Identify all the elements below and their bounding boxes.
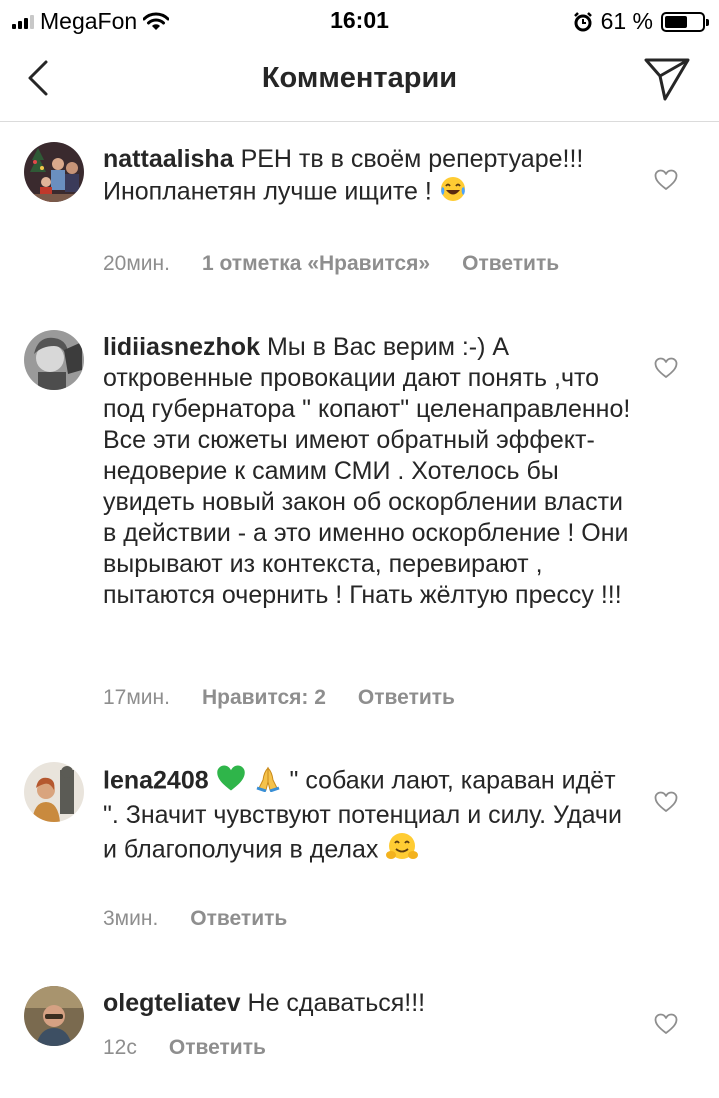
comment-time: 20мин. bbox=[103, 252, 170, 275]
reply-button[interactable]: Ответить bbox=[190, 907, 287, 931]
joy-emoji bbox=[439, 175, 467, 211]
alarm-icon bbox=[573, 11, 592, 31]
like-button[interactable] bbox=[654, 357, 678, 379]
comment-body: lena2408 " собаки лают, караван идёт ". … bbox=[103, 764, 633, 871]
battery-icon bbox=[661, 11, 709, 32]
like-button[interactable] bbox=[654, 169, 678, 191]
comment-item: lidiiasnezhok Мы в Вас верим :-) А откро… bbox=[0, 310, 719, 730]
nav-bar: Комментарии bbox=[0, 40, 719, 122]
comment-item: nattaalisha РЕН тв в своём репертуаре!!!… bbox=[0, 122, 719, 302]
page-title: Комментарии bbox=[261, 62, 458, 94]
likes-count[interactable]: 1 отметка «Нравится» bbox=[202, 252, 430, 276]
heart-icon bbox=[654, 791, 678, 812]
heart-icon bbox=[654, 1013, 678, 1034]
reply-button[interactable]: Ответить bbox=[358, 686, 455, 710]
comment-meta: 3мин. Ответить bbox=[103, 907, 287, 931]
comment-text: Мы в Вас верим :-) А откровенные провока… bbox=[103, 333, 631, 609]
comment-item: olegteliatev Не сдаваться!!! 12с Ответит… bbox=[0, 966, 719, 1076]
comment-time: 12с bbox=[103, 1036, 137, 1059]
comment-username[interactable]: lidiiasnezhok bbox=[103, 333, 260, 361]
comment-item: lena2408 " собаки лают, караван идёт ". … bbox=[0, 742, 719, 952]
reply-button[interactable]: Ответить bbox=[462, 252, 559, 276]
comment-meta: 20мин. 1 отметка «Нравится» Ответить bbox=[103, 252, 559, 276]
comment-body: lidiiasnezhok Мы в Вас верим :-) А откро… bbox=[103, 332, 633, 611]
avatar[interactable] bbox=[24, 986, 84, 1046]
status-right: 61 % bbox=[573, 8, 709, 35]
comment-time: 3мин. bbox=[103, 907, 159, 930]
comment-time: 17мин. bbox=[103, 686, 170, 709]
comment-body: olegteliatev Не сдаваться!!! bbox=[103, 988, 633, 1019]
status-bar: MegaFon 16:01 61 % bbox=[0, 0, 719, 40]
comment-meta: 12с Ответить bbox=[103, 1036, 266, 1060]
folded-hands-emoji bbox=[253, 764, 283, 800]
likes-count[interactable]: Нравится: 2 bbox=[202, 686, 326, 710]
comment-text: Не сдаваться!!! bbox=[247, 989, 426, 1017]
comment-username[interactable]: olegteliatev bbox=[103, 989, 241, 1017]
like-button[interactable] bbox=[654, 791, 678, 813]
heart-icon bbox=[654, 357, 678, 378]
share-button[interactable] bbox=[643, 56, 691, 102]
avatar[interactable] bbox=[24, 330, 84, 390]
comment-body: nattaalisha РЕН тв в своём репертуаре!!!… bbox=[103, 144, 633, 211]
battery-percent: 61 % bbox=[600, 8, 653, 34]
paper-plane-icon bbox=[644, 58, 690, 101]
green-heart-emoji bbox=[216, 764, 246, 800]
comment-username[interactable]: nattaalisha bbox=[103, 145, 234, 173]
hugging-face-emoji bbox=[385, 831, 419, 871]
avatar[interactable] bbox=[24, 762, 84, 822]
like-button[interactable] bbox=[654, 1013, 678, 1035]
avatar[interactable] bbox=[24, 142, 84, 202]
heart-icon bbox=[654, 169, 678, 190]
reply-button[interactable]: Ответить bbox=[169, 1036, 266, 1060]
comment-username[interactable]: lena2408 bbox=[103, 767, 209, 795]
comment-meta: 17мин. Нравится: 2 Ответить bbox=[103, 686, 455, 710]
